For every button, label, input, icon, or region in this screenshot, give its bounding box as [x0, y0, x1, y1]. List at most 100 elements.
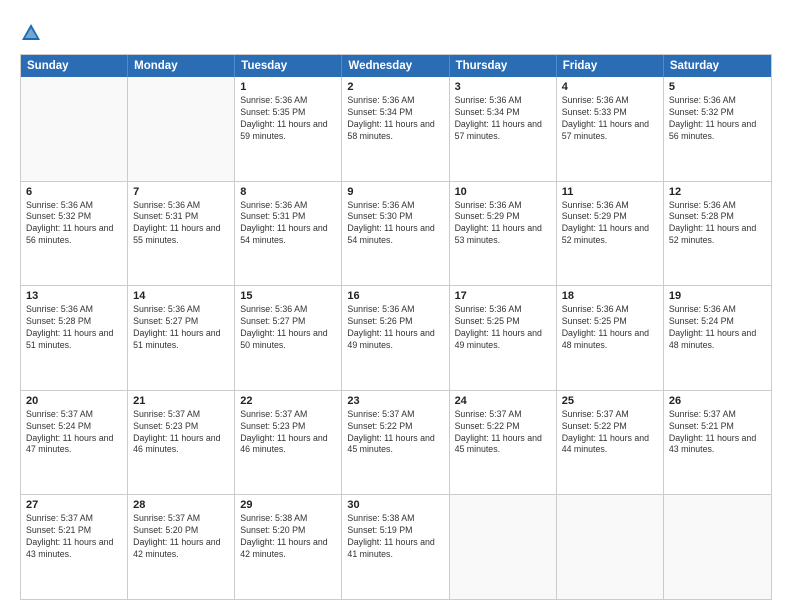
calendar-cell: 28 Sunrise: 5:37 AM Sunset: 5:20 PM Dayli… [128, 495, 235, 599]
cell-info: Sunrise: 5:38 AM Sunset: 5:20 PM Dayligh… [240, 513, 336, 561]
calendar-body: 1 Sunrise: 5:36 AM Sunset: 5:35 PM Daylig… [21, 77, 771, 599]
calendar-cell: 16 Sunrise: 5:36 AM Sunset: 5:26 PM Dayli… [342, 286, 449, 390]
day-number: 27 [26, 499, 122, 511]
day-number: 17 [455, 290, 551, 302]
cell-info: Sunrise: 5:37 AM Sunset: 5:22 PM Dayligh… [347, 409, 443, 457]
calendar-cell: 18 Sunrise: 5:36 AM Sunset: 5:25 PM Dayli… [557, 286, 664, 390]
calendar: SundayMondayTuesdayWednesdayThursdayFrid… [20, 54, 772, 600]
calendar-cell [128, 77, 235, 181]
calendar-cell: 12 Sunrise: 5:36 AM Sunset: 5:28 PM Dayli… [664, 182, 771, 286]
calendar-cell: 11 Sunrise: 5:36 AM Sunset: 5:29 PM Dayli… [557, 182, 664, 286]
day-number: 21 [133, 395, 229, 407]
cell-info: Sunrise: 5:36 AM Sunset: 5:28 PM Dayligh… [669, 200, 766, 248]
day-number: 28 [133, 499, 229, 511]
day-number: 6 [26, 186, 122, 198]
day-number: 18 [562, 290, 658, 302]
calendar-cell: 7 Sunrise: 5:36 AM Sunset: 5:31 PM Daylig… [128, 182, 235, 286]
day-number: 30 [347, 499, 443, 511]
calendar-cell: 9Sunrise: 5:36 AM Sunset: 5:30 PM Daylig… [342, 182, 449, 286]
day-number: 16 [347, 290, 443, 302]
calendar-cell: 4 Sunrise: 5:36 AM Sunset: 5:33 PM Daylig… [557, 77, 664, 181]
cell-info: Sunrise: 5:36 AM Sunset: 5:33 PM Dayligh… [562, 95, 658, 143]
header-day-thursday: Thursday [450, 55, 557, 77]
calendar-cell: 8 Sunrise: 5:36 AM Sunset: 5:31 PM Daylig… [235, 182, 342, 286]
day-number: 7 [133, 186, 229, 198]
cell-info: Sunrise: 5:36 AM Sunset: 5:30 PM Dayligh… [347, 200, 443, 248]
calendar-cell [21, 77, 128, 181]
cell-info: Sunrise: 5:37 AM Sunset: 5:20 PM Dayligh… [133, 513, 229, 561]
calendar-cell [450, 495, 557, 599]
cell-info: Sunrise: 5:36 AM Sunset: 5:24 PM Dayligh… [669, 304, 766, 352]
day-number: 4 [562, 81, 658, 93]
calendar-cell [557, 495, 664, 599]
cell-info: Sunrise: 5:37 AM Sunset: 5:23 PM Dayligh… [133, 409, 229, 457]
cell-info: Sunrise: 5:36 AM Sunset: 5:29 PM Dayligh… [562, 200, 658, 248]
calendar-cell: 29 Sunrise: 5:38 AM Sunset: 5:20 PM Dayli… [235, 495, 342, 599]
cell-info: Sunrise: 5:36 AM Sunset: 5:26 PM Dayligh… [347, 304, 443, 352]
calendar-cell: 30 Sunrise: 5:38 AM Sunset: 5:19 PM Dayli… [342, 495, 449, 599]
header-day-sunday: Sunday [21, 55, 128, 77]
cell-info: Sunrise: 5:36 AM Sunset: 5:27 PM Dayligh… [240, 304, 336, 352]
calendar-cell [664, 495, 771, 599]
day-number: 13 [26, 290, 122, 302]
calendar-cell: 3Sunrise: 5:36 AM Sunset: 5:34 PM Daylig… [450, 77, 557, 181]
page: SundayMondayTuesdayWednesdayThursdayFrid… [0, 0, 792, 612]
header-day-saturday: Saturday [664, 55, 771, 77]
calendar-cell: 20 Sunrise: 5:37 AM Sunset: 5:24 PM Dayli… [21, 391, 128, 495]
calendar-cell: 21 Sunrise: 5:37 AM Sunset: 5:23 PM Dayli… [128, 391, 235, 495]
calendar-cell: 24Sunrise: 5:37 AM Sunset: 5:22 PM Dayli… [450, 391, 557, 495]
header-day-friday: Friday [557, 55, 664, 77]
day-number: 2 [347, 81, 443, 93]
calendar-cell: 26 Sunrise: 5:37 AM Sunset: 5:21 PM Dayli… [664, 391, 771, 495]
cell-info: Sunrise: 5:36 AM Sunset: 5:34 PM Dayligh… [347, 95, 443, 143]
cell-info: Sunrise: 5:36 AM Sunset: 5:28 PM Dayligh… [26, 304, 122, 352]
calendar-cell: 5Sunrise: 5:36 AM Sunset: 5:32 PM Daylig… [664, 77, 771, 181]
day-number: 29 [240, 499, 336, 511]
header-day-monday: Monday [128, 55, 235, 77]
cell-info: Sunrise: 5:37 AM Sunset: 5:23 PM Dayligh… [240, 409, 336, 457]
logo [20, 22, 45, 44]
cell-info: Sunrise: 5:38 AM Sunset: 5:19 PM Dayligh… [347, 513, 443, 561]
calendar-row-1: 1 Sunrise: 5:36 AM Sunset: 5:35 PM Daylig… [21, 77, 771, 182]
cell-info: Sunrise: 5:36 AM Sunset: 5:31 PM Dayligh… [133, 200, 229, 248]
header-day-tuesday: Tuesday [235, 55, 342, 77]
calendar-cell: 1 Sunrise: 5:36 AM Sunset: 5:35 PM Daylig… [235, 77, 342, 181]
cell-info: Sunrise: 5:36 AM Sunset: 5:35 PM Dayligh… [240, 95, 336, 143]
calendar-cell: 22 Sunrise: 5:37 AM Sunset: 5:23 PM Dayli… [235, 391, 342, 495]
calendar-cell: 13 Sunrise: 5:36 AM Sunset: 5:28 PM Dayli… [21, 286, 128, 390]
calendar-row-4: 20 Sunrise: 5:37 AM Sunset: 5:24 PM Dayli… [21, 391, 771, 496]
day-number: 20 [26, 395, 122, 407]
calendar-cell: 14Sunrise: 5:36 AM Sunset: 5:27 PM Dayli… [128, 286, 235, 390]
calendar-cell: 10Sunrise: 5:36 AM Sunset: 5:29 PM Dayli… [450, 182, 557, 286]
day-number: 10 [455, 186, 551, 198]
logo-icon [20, 22, 42, 44]
cell-info: Sunrise: 5:36 AM Sunset: 5:31 PM Dayligh… [240, 200, 336, 248]
day-number: 19 [669, 290, 766, 302]
calendar-cell: 15 Sunrise: 5:36 AM Sunset: 5:27 PM Dayli… [235, 286, 342, 390]
cell-info: Sunrise: 5:37 AM Sunset: 5:21 PM Dayligh… [26, 513, 122, 561]
cell-info: Sunrise: 5:36 AM Sunset: 5:25 PM Dayligh… [455, 304, 551, 352]
day-number: 11 [562, 186, 658, 198]
header [20, 18, 772, 44]
calendar-cell: 17 Sunrise: 5:36 AM Sunset: 5:25 PM Dayli… [450, 286, 557, 390]
calendar-row-5: 27 Sunrise: 5:37 AM Sunset: 5:21 PM Dayli… [21, 495, 771, 599]
day-number: 22 [240, 395, 336, 407]
day-number: 24 [455, 395, 551, 407]
day-number: 15 [240, 290, 336, 302]
day-number: 8 [240, 186, 336, 198]
cell-info: Sunrise: 5:36 AM Sunset: 5:25 PM Dayligh… [562, 304, 658, 352]
day-number: 26 [669, 395, 766, 407]
header-day-wednesday: Wednesday [342, 55, 449, 77]
day-number: 3 [455, 81, 551, 93]
day-number: 12 [669, 186, 766, 198]
day-number: 23 [347, 395, 443, 407]
calendar-cell: 19 Sunrise: 5:36 AM Sunset: 5:24 PM Dayli… [664, 286, 771, 390]
cell-info: Sunrise: 5:37 AM Sunset: 5:24 PM Dayligh… [26, 409, 122, 457]
cell-info: Sunrise: 5:37 AM Sunset: 5:21 PM Dayligh… [669, 409, 766, 457]
calendar-header: SundayMondayTuesdayWednesdayThursdayFrid… [21, 55, 771, 77]
day-number: 1 [240, 81, 336, 93]
cell-info: Sunrise: 5:36 AM Sunset: 5:32 PM Dayligh… [669, 95, 766, 143]
calendar-cell: 25Sunrise: 5:37 AM Sunset: 5:22 PM Dayli… [557, 391, 664, 495]
calendar-cell: 2 Sunrise: 5:36 AM Sunset: 5:34 PM Daylig… [342, 77, 449, 181]
day-number: 14 [133, 290, 229, 302]
